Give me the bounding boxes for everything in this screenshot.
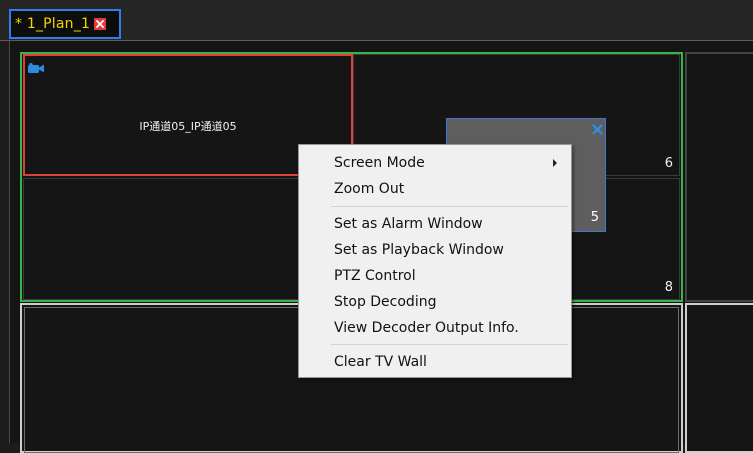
cell-channel-label: IP通道05_IP通道05	[139, 120, 237, 133]
wall-screen-2[interactable]	[685, 52, 753, 302]
plan-tab-label: * 1_Plan_1	[15, 16, 91, 32]
plan-tab[interactable]: * 1_Plan_1	[9, 9, 121, 39]
menu-item-label: Screen Mode	[334, 154, 425, 171]
menu-separator	[331, 206, 568, 207]
window-number: 5	[590, 210, 599, 225]
menu-separator	[331, 344, 568, 345]
submenu-arrow-icon	[553, 159, 557, 167]
menu-item-set-alarm-window[interactable]: Set as Alarm Window	[299, 211, 571, 236]
menu-item-stop-decoding[interactable]: Stop Decoding	[299, 289, 571, 314]
cell-number: 6	[664, 156, 673, 171]
menu-item-screen-mode[interactable]: Screen Mode	[299, 150, 571, 175]
menu-item-zoom-out[interactable]: Zoom Out	[299, 176, 571, 201]
camera-icon	[28, 59, 45, 78]
menu-item-label: Stop Decoding	[334, 293, 437, 310]
menu-item-set-playback-window[interactable]: Set as Playback Window	[299, 237, 571, 262]
wall-left-edge	[9, 41, 10, 443]
context-menu: Screen Mode Zoom Out Set as Alarm Window…	[298, 144, 572, 378]
menu-item-clear-tv-wall[interactable]: Clear TV Wall	[299, 349, 571, 374]
cell-number: 8	[664, 280, 673, 295]
menu-item-label: Zoom Out	[334, 180, 405, 197]
menu-item-label: Clear TV Wall	[334, 353, 427, 370]
wall-screen-4[interactable]	[685, 303, 753, 453]
menu-item-label: PTZ Control	[334, 267, 416, 284]
menu-item-label: View Decoder Output Info.	[334, 319, 519, 336]
close-icon[interactable]	[592, 120, 603, 139]
close-icon[interactable]	[94, 18, 107, 30]
menu-item-view-decoder-output-info[interactable]: View Decoder Output Info.	[299, 315, 571, 340]
menu-item-ptz-control[interactable]: PTZ Control	[299, 263, 571, 288]
menu-item-label: Set as Playback Window	[334, 241, 504, 258]
menu-item-label: Set as Alarm Window	[334, 215, 483, 232]
